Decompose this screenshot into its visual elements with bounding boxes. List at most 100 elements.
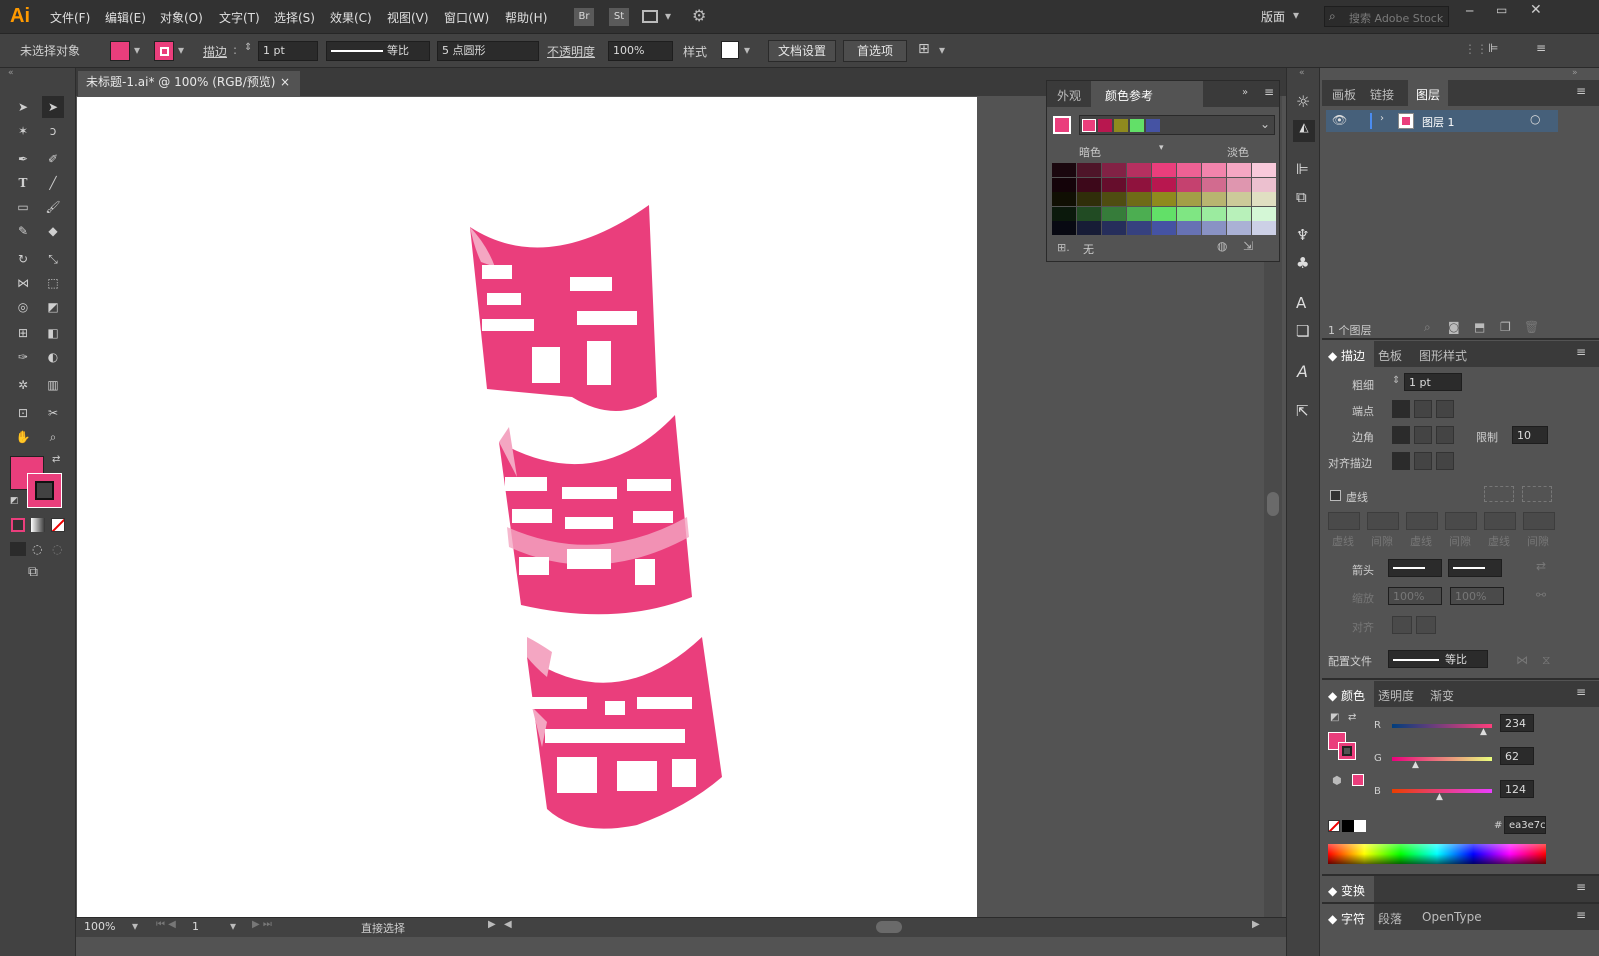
tab-graphic-styles[interactable]: 图形样式 bbox=[1419, 347, 1467, 364]
chevron-down-icon[interactable]: ▾ bbox=[1293, 8, 1299, 22]
artboard[interactable]: 野 鹿 志 bbox=[77, 97, 977, 917]
limit-field[interactable]: 10 bbox=[1512, 426, 1548, 444]
variation-swatch[interactable] bbox=[1252, 163, 1276, 177]
none-color-icon[interactable] bbox=[1328, 820, 1340, 832]
magic-wand-icon[interactable]: ✶ bbox=[12, 120, 34, 142]
variation-swatch[interactable] bbox=[1102, 177, 1126, 192]
export-icon[interactable]: ⇱ bbox=[1296, 402, 1309, 420]
preferences-button[interactable]: 首选项 bbox=[843, 40, 907, 62]
paintbrush-icon[interactable]: 🖌︎ bbox=[42, 196, 64, 218]
arrow-end-icon[interactable] bbox=[1416, 616, 1436, 634]
variation-swatch[interactable] bbox=[1252, 206, 1276, 221]
web-safe-swatch[interactable] bbox=[1352, 774, 1364, 786]
out-of-web-gamut-icon[interactable]: ⬢ bbox=[1332, 774, 1342, 787]
chevron-down-icon[interactable]: ▾ bbox=[939, 43, 945, 57]
chevron-down-icon[interactable]: ▾ bbox=[665, 9, 671, 23]
variation-swatch[interactable] bbox=[1052, 163, 1076, 177]
new-layer-icon[interactable]: ❐ bbox=[1500, 320, 1511, 334]
menu-help[interactable]: 帮助(H) bbox=[505, 9, 547, 26]
fill-swatch[interactable] bbox=[110, 41, 130, 61]
edit-colors-icon[interactable]: ◍ bbox=[1217, 239, 1227, 253]
gradient-mode-icon[interactable] bbox=[31, 518, 45, 532]
stepper-icon[interactable]: ⇕ bbox=[1392, 375, 1400, 386]
grid-icon[interactable]: ⋮⋮ bbox=[1464, 42, 1488, 56]
r-slider-track[interactable] bbox=[1392, 724, 1492, 728]
link-scale-icon[interactable]: ⚯ bbox=[1536, 588, 1546, 602]
butt-cap-icon[interactable] bbox=[1392, 400, 1410, 418]
zoom-tool-icon[interactable]: ⌕ bbox=[42, 426, 64, 448]
layer-name[interactable]: 图层 1 bbox=[1422, 114, 1455, 130]
panel-menu-icon[interactable]: ≡ bbox=[1576, 84, 1586, 98]
minimize-icon[interactable]: ─ bbox=[1466, 4, 1473, 18]
align-panel-icon[interactable]: ⊫ bbox=[1296, 160, 1309, 178]
variation-swatch[interactable] bbox=[1177, 206, 1201, 221]
align-center-icon[interactable] bbox=[1392, 452, 1410, 470]
tab-stroke[interactable]: ◆ 描边 bbox=[1328, 347, 1365, 364]
end-scale-field[interactable]: 100% bbox=[1450, 587, 1504, 605]
g-value-field[interactable]: 62 bbox=[1500, 747, 1534, 765]
appearance-icon[interactable]: ☼ bbox=[1296, 92, 1310, 111]
expand-icon[interactable]: » bbox=[1242, 87, 1248, 98]
symbol-sprayer-icon[interactable]: ✲ bbox=[12, 374, 34, 396]
target-icon[interactable]: ○ bbox=[1530, 112, 1540, 126]
shape-builder-icon[interactable]: ◎ bbox=[12, 296, 34, 318]
tab-layers[interactable]: 图层 bbox=[1416, 86, 1440, 103]
panel-menu-icon[interactable]: ≡ bbox=[1576, 908, 1586, 922]
document-setup-button[interactable]: 文档设置 bbox=[768, 40, 836, 62]
variation-swatch[interactable] bbox=[1127, 192, 1151, 207]
chevron-down-icon[interactable]: ▾ bbox=[1159, 143, 1164, 153]
variation-swatch[interactable] bbox=[1252, 177, 1276, 192]
arrow-tip-icon[interactable] bbox=[1392, 616, 1412, 634]
menu-view[interactable]: 视图(V) bbox=[387, 9, 429, 26]
variation-swatch[interactable] bbox=[1127, 221, 1151, 236]
tab-swatches[interactable]: 色板 bbox=[1378, 347, 1402, 364]
variation-swatch[interactable] bbox=[1152, 206, 1176, 221]
variation-swatch[interactable] bbox=[1052, 177, 1076, 192]
character-styles-icon[interactable]: A bbox=[1296, 294, 1306, 312]
scroll-right-icon[interactable]: ▶ bbox=[1252, 919, 1260, 930]
locate-object-icon[interactable]: ⌕ bbox=[1424, 320, 1431, 335]
blend-tool-icon[interactable]: ◐ bbox=[42, 346, 64, 368]
close-tab-icon[interactable]: × bbox=[280, 71, 290, 93]
shaper-tool-icon[interactable]: ✎ bbox=[12, 220, 34, 242]
align-inside-icon[interactable] bbox=[1414, 452, 1432, 470]
color-mode-icon[interactable] bbox=[11, 518, 25, 532]
tab-opentype[interactable]: OpenType bbox=[1422, 910, 1482, 924]
workspace-switcher[interactable]: 版面 bbox=[1261, 8, 1285, 25]
menu-window[interactable]: 窗口(W) bbox=[444, 9, 489, 26]
white-swatch[interactable] bbox=[1354, 820, 1366, 832]
document-tab[interactable]: 未标题-1.ai* @ 100% (RGB/预览) × bbox=[78, 71, 300, 96]
default-colors-icon[interactable]: ◩ bbox=[10, 496, 19, 506]
panel-menu-icon[interactable]: ≡ bbox=[1576, 880, 1586, 894]
curvature-tool-icon[interactable]: ✐ bbox=[42, 148, 64, 170]
rectangle-tool-icon[interactable]: ▭ bbox=[12, 196, 34, 218]
variation-swatch[interactable] bbox=[1127, 206, 1151, 221]
chevron-down-icon[interactable]: ▾ bbox=[132, 919, 138, 933]
panel-menu-icon[interactable]: ≡ bbox=[1576, 685, 1586, 699]
variation-swatch[interactable] bbox=[1177, 192, 1201, 207]
status-menu-icon[interactable]: ▶ bbox=[488, 919, 496, 930]
paragraph-styles-icon[interactable]: ❏ bbox=[1296, 322, 1309, 340]
variation-swatch[interactable] bbox=[1177, 177, 1201, 192]
variation-swatch[interactable] bbox=[1252, 221, 1276, 236]
clipping-mask-icon[interactable]: ◙ bbox=[1448, 320, 1460, 334]
free-transform-icon[interactable]: ⬚ bbox=[42, 272, 64, 294]
stock-search-input[interactable]: ⌕ 搜索 Adobe Stock bbox=[1324, 6, 1449, 27]
round-cap-icon[interactable] bbox=[1414, 400, 1432, 418]
variation-swatch[interactable] bbox=[1152, 221, 1176, 236]
menu-file[interactable]: 文件(F) bbox=[50, 9, 90, 26]
variation-swatch[interactable] bbox=[1077, 206, 1101, 221]
b-value-field[interactable]: 124 bbox=[1500, 780, 1534, 798]
stock-icon[interactable]: St bbox=[609, 8, 629, 26]
none-mode-icon[interactable] bbox=[51, 518, 65, 532]
variation-swatch[interactable] bbox=[1077, 163, 1101, 177]
maximize-icon[interactable]: ▭ bbox=[1496, 3, 1507, 17]
dash-gap-input[interactable] bbox=[1445, 512, 1477, 530]
type-tool-icon[interactable]: T bbox=[12, 172, 34, 194]
rotate-tool-icon[interactable]: ↻ bbox=[12, 248, 34, 270]
variation-swatch[interactable] bbox=[1152, 163, 1176, 177]
next-artboard-icon[interactable]: ▶ ⏭ bbox=[252, 919, 272, 930]
opacity-label[interactable]: 不透明度 bbox=[547, 43, 595, 60]
tab-links[interactable]: 链接 bbox=[1370, 86, 1394, 103]
variation-swatch[interactable] bbox=[1202, 221, 1226, 236]
